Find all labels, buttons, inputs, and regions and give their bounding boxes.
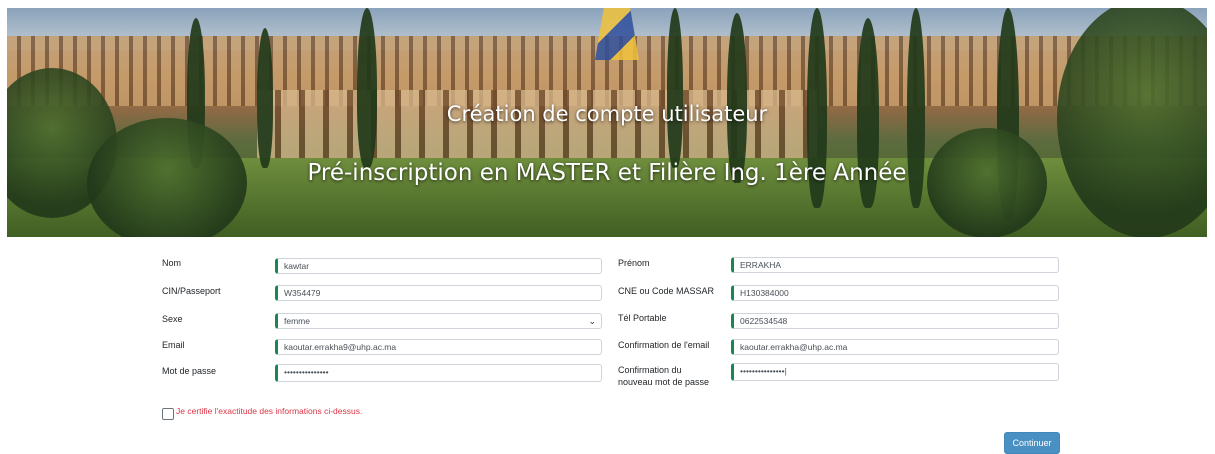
banner-tree (357, 8, 377, 168)
nom-label: Nom (162, 258, 182, 268)
password-label: Mot de passe (162, 366, 217, 376)
email-label: Email (162, 340, 185, 350)
email-confirm-label: Confirmation de l'email (618, 340, 710, 350)
cne-label: CNE ou Code MASSAR (618, 286, 715, 296)
password-confirm-input[interactable]: •••••••••••••••| (731, 363, 1059, 381)
certify-checkbox[interactable] (162, 408, 174, 420)
password-input[interactable]: ••••••••••••••• (275, 364, 602, 382)
continue-button[interactable]: Continuer (1004, 432, 1060, 454)
certify-label[interactable]: Je certifie l'exactitude des information… (176, 406, 362, 416)
header-banner: Création de compte utilisateur Pré-inscr… (7, 8, 1207, 237)
prenom-label: Prénom (618, 258, 650, 268)
email-input[interactable]: kaoutar.errakha9@uhp.ac.ma (275, 339, 602, 355)
email-confirm-input[interactable]: kaoutar.errakha@uhp.ac.ma (731, 339, 1059, 355)
sexe-label: Sexe (162, 314, 183, 324)
cin-label: CIN/Passeport (162, 286, 221, 296)
banner-tree (667, 8, 683, 168)
banner-tree (257, 28, 273, 168)
password-confirm-label-line2: nouveau mot de passe (618, 377, 710, 387)
chevron-down-icon: ⌄ (588, 316, 596, 326)
tel-input[interactable]: 0622534548 (731, 313, 1059, 329)
page-title: Création de compte utilisateur (446, 102, 768, 126)
cin-input[interactable]: W354479 (275, 285, 602, 301)
sexe-select[interactable]: femme ⌄ (275, 313, 602, 329)
password-confirm-label-line1: Confirmation du (618, 365, 682, 375)
nom-input[interactable]: kawtar (275, 258, 602, 274)
sexe-value: femme (284, 316, 310, 326)
page-subtitle: Pré-inscription en MASTER et Filière Ing… (307, 160, 907, 186)
password-confirm-label: Confirmation du nouveau mot de passe (618, 364, 709, 388)
banner-tree (727, 13, 747, 183)
tel-label: Tél Portable (618, 313, 667, 323)
prenom-input[interactable]: ERRAKHA (731, 257, 1059, 273)
cne-input[interactable]: H130384000 (731, 285, 1059, 301)
